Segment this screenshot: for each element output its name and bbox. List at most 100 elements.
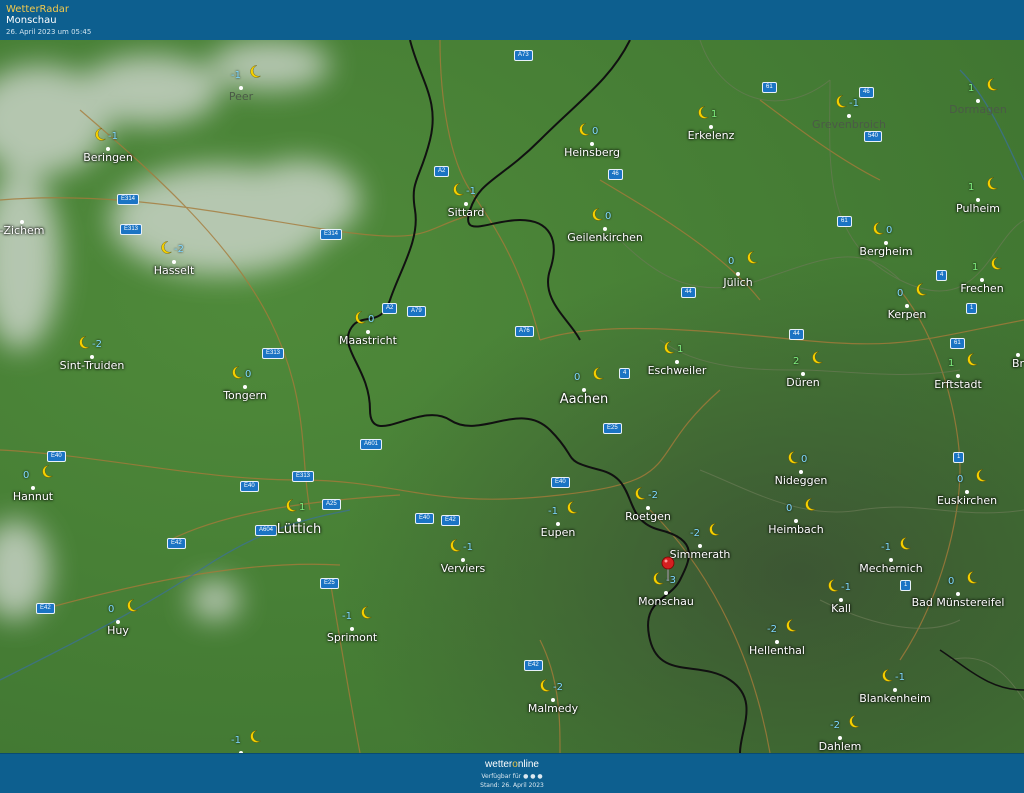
station-name: Frechen bbox=[960, 282, 1004, 295]
road-shield: 61 bbox=[837, 216, 852, 227]
moon-icon bbox=[879, 668, 894, 683]
location-pin[interactable] bbox=[661, 556, 675, 586]
road-shield: 61 bbox=[762, 82, 777, 93]
temperature-value: 0 bbox=[957, 474, 964, 485]
station-name: Sprimont bbox=[326, 631, 378, 644]
temperature-value: 0 bbox=[592, 126, 599, 137]
temperature-value: 0 bbox=[786, 503, 793, 514]
station-name: Monschau bbox=[638, 595, 694, 608]
temperature-value: -2 bbox=[690, 528, 700, 539]
road-shield: E25 bbox=[603, 423, 622, 434]
road-shield: E40 bbox=[240, 481, 259, 492]
road-shield: E313 bbox=[262, 348, 285, 359]
road-shield: 540 bbox=[864, 131, 883, 142]
moon-icon bbox=[809, 350, 824, 365]
temperature-value: -1 bbox=[466, 186, 476, 197]
station-name: Dahlem bbox=[818, 740, 862, 753]
temperature-value: -2 bbox=[830, 720, 840, 731]
moon-icon bbox=[158, 240, 173, 255]
road-shield: A25 bbox=[322, 499, 341, 510]
temperature-value: 1 bbox=[299, 502, 306, 513]
map-background bbox=[0, 40, 1024, 753]
temperature-value: 0 bbox=[574, 372, 581, 383]
moon-icon bbox=[846, 714, 861, 729]
moon-icon bbox=[76, 335, 91, 350]
temperature-value: 0 bbox=[948, 576, 955, 587]
moon-icon bbox=[447, 538, 462, 553]
station-name: Verviers bbox=[440, 562, 486, 575]
road-shield: 44 bbox=[681, 287, 696, 298]
status-date: Stand: 26. April 2023 bbox=[480, 782, 544, 789]
header-bar: WetterRadar Monschau 26. April 2023 um 0… bbox=[0, 0, 1024, 41]
temperature-value: 0 bbox=[801, 454, 808, 465]
temperature-value: 2 bbox=[793, 356, 800, 367]
temperature-value: 1 bbox=[948, 358, 955, 369]
platform-icons: ● ● ● bbox=[523, 773, 543, 780]
moon-icon bbox=[632, 486, 647, 501]
station-name: Aachen bbox=[559, 392, 609, 407]
road-shield: E314 bbox=[117, 194, 140, 205]
temperature-value: -1 bbox=[548, 506, 558, 517]
moon-icon bbox=[802, 497, 817, 512]
temperature-value: 1 bbox=[972, 262, 979, 273]
moon-icon bbox=[870, 221, 885, 236]
moon-icon bbox=[247, 64, 262, 79]
temperature-value: 0 bbox=[605, 211, 612, 222]
temperature-value: 0 bbox=[368, 314, 375, 325]
moon-icon bbox=[744, 250, 759, 265]
station-name: Blankenheim bbox=[859, 692, 931, 705]
station-name: Maastricht bbox=[339, 334, 397, 347]
road-shield: E313 bbox=[292, 471, 315, 482]
location-title: Monschau bbox=[6, 15, 57, 26]
station-name: Dormagen bbox=[949, 103, 1007, 116]
moon-icon bbox=[833, 94, 848, 109]
temperature-value: -1 bbox=[463, 542, 473, 553]
temperature-value: -2 bbox=[648, 490, 658, 501]
road-shield: 46 bbox=[859, 87, 874, 98]
road-shield: A76 bbox=[515, 326, 534, 337]
road-shield: E42 bbox=[167, 538, 186, 549]
temperature-value: -2 bbox=[174, 244, 184, 255]
temperature-value: -2 bbox=[767, 624, 777, 635]
station-name: Heimbach bbox=[768, 523, 824, 536]
moon-icon bbox=[283, 498, 298, 513]
station-name: Erftstadt bbox=[934, 378, 982, 391]
road-shield: E25 bbox=[320, 578, 339, 589]
temperature-value: 1 bbox=[968, 182, 975, 193]
station-name: Heinsberg bbox=[564, 146, 620, 159]
road-shield: 1 bbox=[900, 580, 912, 591]
moon-icon bbox=[576, 122, 591, 137]
road-shield: 44 bbox=[789, 329, 804, 340]
station-name: Pulheim bbox=[956, 202, 1000, 215]
station-name: Sint-Truiden bbox=[59, 359, 125, 372]
station-name: Jülich bbox=[723, 276, 753, 289]
station-name: Kerpen bbox=[887, 308, 927, 321]
moon-icon bbox=[825, 578, 840, 593]
road-shield: E42 bbox=[441, 515, 460, 526]
moon-icon bbox=[964, 352, 979, 367]
station-name: Nideggen bbox=[774, 474, 828, 487]
moon-icon bbox=[695, 105, 710, 120]
road-shield: 4 bbox=[619, 368, 631, 379]
temperature-value: -1 bbox=[849, 98, 859, 109]
station-name: Euskirchen bbox=[936, 494, 998, 507]
station-name: Erkelenz bbox=[687, 129, 735, 142]
road-shield: A2 bbox=[434, 166, 450, 177]
road-shield: E42 bbox=[524, 660, 543, 671]
temperature-value: -1 bbox=[231, 70, 241, 81]
station-name: Bergheim bbox=[859, 245, 913, 258]
moon-icon bbox=[352, 310, 367, 325]
wetteronline-logo[interactable]: wetteronline bbox=[0, 759, 1024, 770]
station-name: Eupen bbox=[540, 526, 576, 539]
station-name: Hasselt bbox=[153, 264, 195, 277]
station-name: Kall bbox=[831, 602, 851, 615]
station-name: Hannut bbox=[12, 490, 54, 503]
road-shield: 1 bbox=[953, 452, 965, 463]
road-shield: A604 bbox=[255, 525, 278, 536]
moon-icon bbox=[590, 366, 605, 381]
station-name: Grevenbroich bbox=[812, 118, 886, 131]
moon-icon bbox=[564, 500, 579, 515]
station-name: Geilenkirchen bbox=[567, 231, 643, 244]
weather-map[interactable]: A73 61 46 540 A2 E314 E313 E314 46 61 A2 A79 44 4 A76 1… bbox=[0, 40, 1024, 753]
moon-icon bbox=[964, 570, 979, 585]
